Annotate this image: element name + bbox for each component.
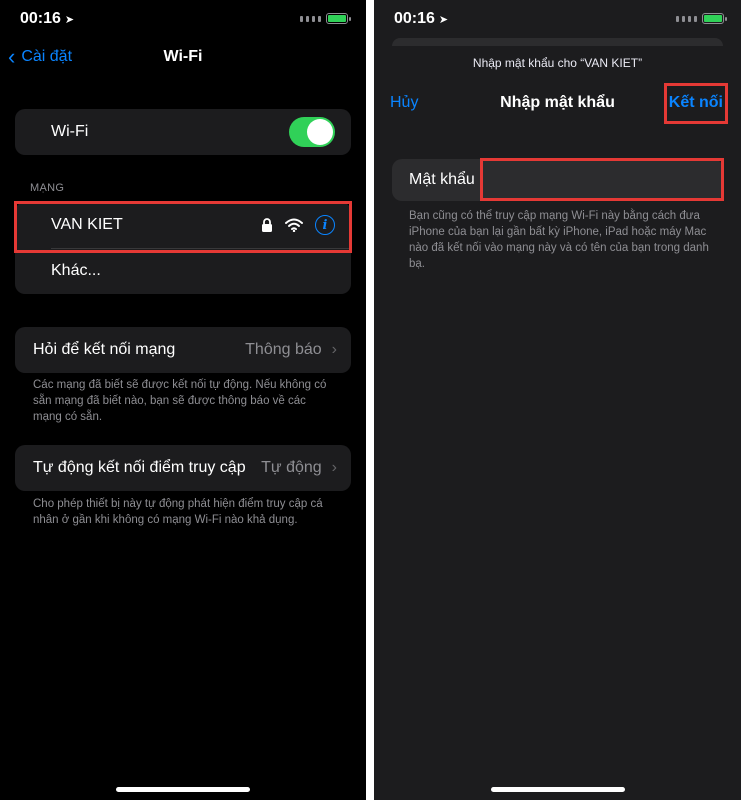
status-bar: 00:16 ➤ — [0, 0, 366, 40]
wifi-toggle-row: Wi-Fi — [15, 109, 351, 155]
auto-hotspot-value: Tự động — [261, 459, 322, 476]
password-entry-screen: 00:16 ➤ Nhập mật khẩu cho “VAN KIET” Nhập… — [374, 0, 741, 800]
highlight-box — [664, 83, 728, 124]
wifi-settings-screen: 00:16 ➤ ‹ Cài đặt Wi-Fi Wi-Fi MẠNG VAN KI… — [0, 0, 366, 800]
auto-hotspot-footnote: Cho phép thiết bị này tự động phát hiện … — [33, 498, 323, 526]
sheet-background-card — [392, 38, 723, 46]
wifi-toggle-switch[interactable] — [289, 117, 335, 147]
time-text: 00:16 — [20, 10, 61, 27]
wifi-toggle-label: Wi-Fi — [51, 123, 89, 140]
signal-icon — [676, 16, 697, 22]
page-title: Wi-Fi — [163, 48, 203, 65]
highlight-box — [14, 201, 352, 253]
ask-to-join-group: Hỏi để kết nối mạng Thông báo › — [15, 327, 351, 373]
chevron-right-icon: › — [331, 341, 337, 358]
signal-icon — [300, 16, 321, 22]
location-arrow-icon: ➤ — [438, 14, 449, 26]
highlight-box — [480, 158, 724, 201]
time-text: 00:16 — [394, 10, 435, 27]
networks-section-header: MẠNG — [30, 182, 65, 194]
ask-to-join-footnote: Các mạng đã biết sẽ được kết nối tự động… — [33, 379, 327, 423]
home-indicator[interactable] — [490, 787, 625, 792]
battery-charging-icon — [326, 13, 351, 24]
sheet-caption: Nhập mật khẩu cho “VAN KIET” — [472, 56, 643, 70]
password-label: Mật khẩu — [409, 171, 475, 188]
ask-to-join-label: Hỏi để kết nối mạng — [33, 341, 176, 358]
network-row-other[interactable]: Khác... — [15, 248, 351, 294]
home-indicator[interactable] — [116, 787, 250, 792]
wifi-toggle-group: Wi-Fi — [15, 109, 351, 155]
toggle-knob — [307, 119, 333, 145]
status-time: 00:16 ➤ — [394, 10, 448, 28]
ask-to-join-value: Thông báo — [245, 341, 322, 358]
password-help-text: Bạn cũng có thể truy cập mạng Wi-Fi này … — [409, 210, 709, 270]
status-bar: 00:16 ➤ — [374, 0, 741, 40]
status-time: 00:16 ➤ — [20, 10, 74, 28]
ask-to-join-row[interactable]: Hỏi để kết nối mạng Thông báo › — [15, 327, 351, 373]
auto-hotspot-row[interactable]: Tự động kết nối điểm truy cập Tự động › — [15, 445, 351, 491]
battery-charging-icon — [702, 13, 727, 24]
location-arrow-icon: ➤ — [64, 14, 75, 26]
network-other-label: Khác... — [51, 262, 101, 279]
chevron-right-icon: › — [331, 459, 337, 476]
cancel-button[interactable]: Hủy — [390, 94, 418, 112]
auto-hotspot-group: Tự động kết nối điểm truy cập Tự động › — [15, 445, 351, 491]
auto-hotspot-label: Tự động kết nối điểm truy cập — [33, 459, 246, 476]
